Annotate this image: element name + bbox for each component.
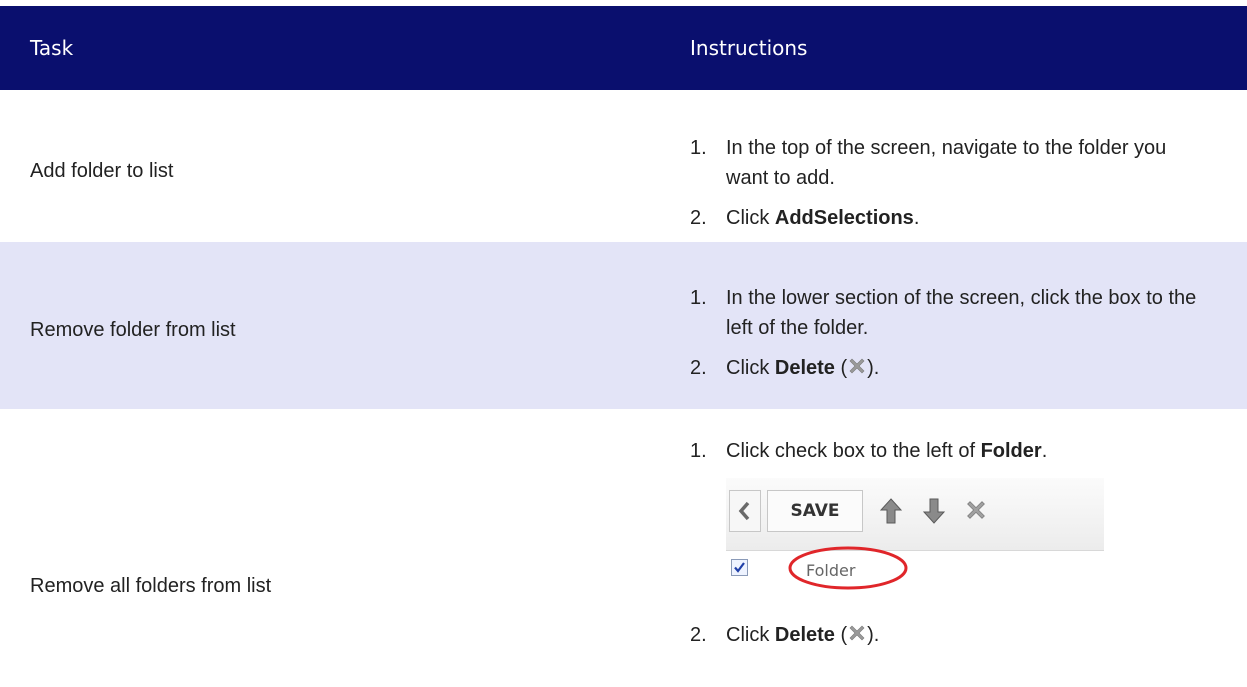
- folder-column-label: Folder: [806, 561, 856, 580]
- select-all-checkbox[interactable]: [731, 559, 748, 576]
- step: 1. In the lower section of the screen, c…: [690, 283, 1210, 343]
- arrow-up-icon[interactable]: [880, 498, 902, 524]
- delete-x-icon: [849, 358, 865, 374]
- step: 2. Click Delete ().: [690, 353, 1210, 383]
- task-label: Remove folder from list: [30, 319, 236, 341]
- header-instructions: Instructions: [690, 36, 808, 60]
- step-text-post: .: [1041, 440, 1048, 462]
- step-number: 1.: [690, 287, 707, 309]
- table-row: Remove all folders from list 1. Click ch…: [0, 409, 1247, 687]
- instruction-steps: 1. In the top of the screen, navigate to…: [690, 133, 1210, 233]
- instruction-steps: 1. In the lower section of the screen, c…: [690, 283, 1210, 383]
- delete-x-icon: [849, 625, 865, 641]
- paren-close: ).: [867, 624, 880, 646]
- arrow-down-icon[interactable]: [923, 498, 945, 524]
- step: 1. Click check box to the left of Folder…: [690, 436, 1210, 466]
- step-text-post: .: [913, 207, 920, 229]
- step-number: 1.: [690, 440, 707, 462]
- checkmark-icon: [734, 562, 745, 573]
- task-label: Remove all folders from list: [30, 575, 272, 597]
- step-number: 1.: [690, 137, 707, 159]
- step-number: 2.: [690, 357, 707, 379]
- task-label: Add folder to list: [30, 160, 174, 182]
- step: 2. Click Delete ().: [690, 620, 1210, 650]
- paren-open: (: [834, 624, 848, 646]
- step-text: In the lower section of the screen, clic…: [726, 287, 1197, 339]
- table-row: Add folder to list 1. In the top of the …: [0, 90, 1247, 244]
- table-row: Remove folder from list 1. In the lower …: [0, 242, 1247, 411]
- step-number: 2.: [690, 624, 707, 646]
- step-number: 2.: [690, 207, 707, 229]
- chevron-left-icon: [738, 501, 750, 521]
- step-text-pre: Click: [726, 624, 775, 646]
- toolbar: SAVE: [726, 478, 1104, 551]
- folder-list: Folder: [726, 546, 1104, 604]
- step-text-pre: Click: [726, 357, 775, 379]
- back-button[interactable]: [729, 490, 761, 532]
- table-header: Task Instructions: [0, 6, 1247, 90]
- step-text: In the top of the screen, navigate to th…: [726, 137, 1167, 189]
- step: 1. In the top of the screen, navigate to…: [690, 133, 1210, 193]
- paren-open: (: [834, 357, 848, 379]
- save-button[interactable]: SAVE: [767, 490, 863, 532]
- step: 2. Click AddSelections.: [690, 203, 1210, 233]
- embedded-screenshot: SAVE Folder: [726, 478, 1104, 604]
- step-text-pre: Click: [726, 207, 775, 229]
- step-text-pre: Click check box to the left of: [726, 440, 981, 462]
- ui-term: Delete: [774, 357, 835, 379]
- header-task: Task: [30, 36, 74, 60]
- ui-term: Delete: [774, 624, 835, 646]
- ui-term: Folder: [980, 440, 1042, 462]
- ui-term: AddSelections: [774, 207, 914, 229]
- delete-x-icon[interactable]: [964, 498, 988, 522]
- instruction-steps: 1. Click check box to the left of Folder…: [690, 436, 1210, 650]
- paren-close: ).: [867, 357, 880, 379]
